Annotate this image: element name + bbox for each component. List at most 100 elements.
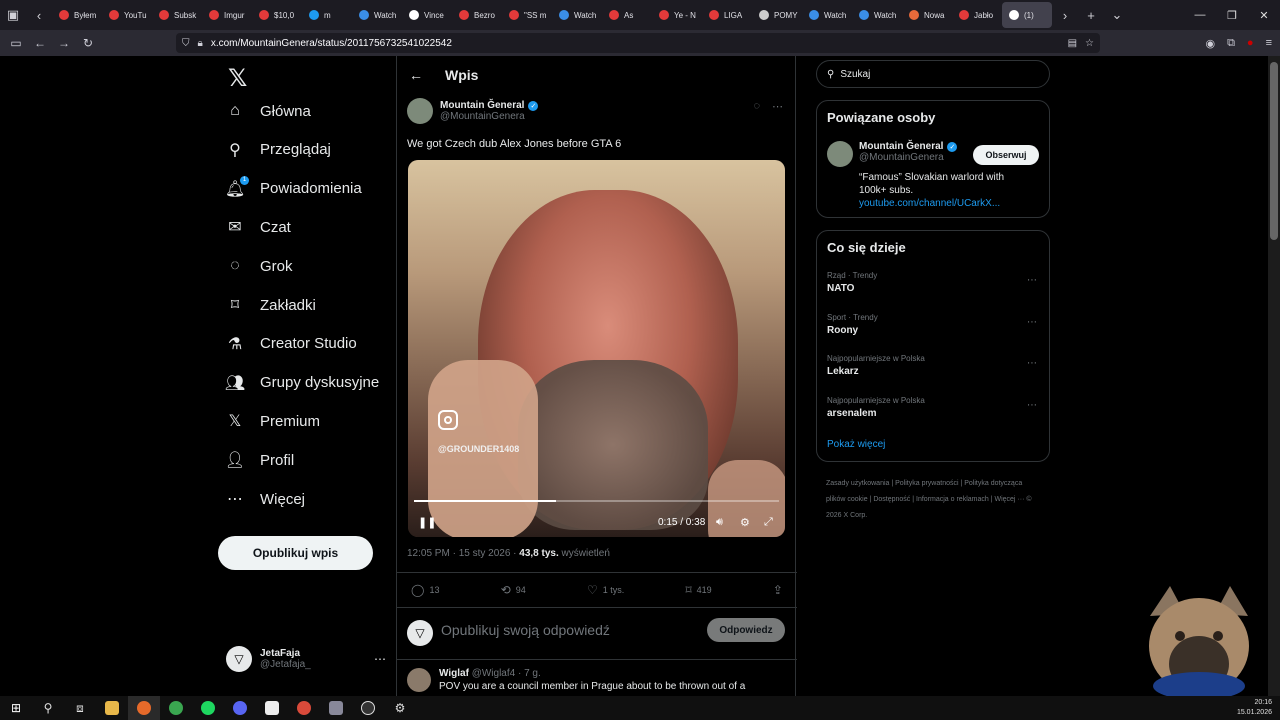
browser-tab[interactable]: Byłem bbox=[52, 2, 102, 28]
browser-tab[interactable]: "SS m bbox=[502, 2, 552, 28]
share-button[interactable]: ⇪ bbox=[773, 583, 783, 597]
browser-tab[interactable]: Watch bbox=[852, 2, 902, 28]
video-player[interactable]: @GROUNDER1408 ❚❚ 0:15 / 0:38 🔊︎ ⚙ ⤢ bbox=[408, 160, 785, 537]
reply-button[interactable]: ◯ 13 bbox=[411, 583, 439, 597]
reload-icon[interactable]: ↻ bbox=[76, 30, 100, 56]
new-tab-icon[interactable]: + bbox=[1078, 0, 1104, 30]
nav-item[interactable]: ✉ Czat bbox=[226, 218, 291, 237]
menu-icon[interactable]: ≡ bbox=[1266, 37, 1272, 49]
browser-tab[interactable]: YouTu bbox=[102, 2, 152, 28]
x-logo-icon[interactable]: 𝕏 bbox=[228, 64, 247, 93]
page-scrollbar[interactable] bbox=[1268, 56, 1280, 696]
tweet-more-icon[interactable]: ⋯ bbox=[772, 100, 783, 113]
related-avatar[interactable] bbox=[827, 141, 853, 167]
minimize-icon[interactable]: — bbox=[1184, 0, 1216, 30]
author-handle[interactable]: @MountainGenera bbox=[440, 111, 538, 122]
extensions-icon[interactable]: ⧉ bbox=[1227, 37, 1235, 50]
related-name[interactable]: Mountain Ğeneral bbox=[859, 141, 943, 152]
nav-item[interactable]: ⌑ Zakładki bbox=[226, 296, 316, 315]
nav-item[interactable]: 👤︎ Profil bbox=[225, 451, 294, 470]
nav-item[interactable]: ⚲ Przeglądaj bbox=[226, 141, 331, 159]
author-avatar[interactable] bbox=[407, 98, 433, 124]
browser-tab[interactable]: $10,0 bbox=[252, 2, 302, 28]
lock-icon[interactable]: 🔒︎ bbox=[198, 38, 203, 49]
footer-links[interactable]: Zasady użytkowania | Polityka prywatnośc… bbox=[826, 476, 1040, 524]
post-button[interactable]: Opublikuj wpis bbox=[218, 536, 373, 570]
back-icon[interactable]: ← bbox=[28, 30, 52, 56]
trend-more-icon[interactable]: ⋯ bbox=[1027, 317, 1037, 328]
browser-tab[interactable]: Watch bbox=[552, 2, 602, 28]
trend-more-icon[interactable]: ⋯ bbox=[1027, 275, 1037, 286]
browser-tab[interactable]: Watch bbox=[802, 2, 852, 28]
system-clock[interactable]: 20:16 15.01.2026 bbox=[1237, 698, 1272, 718]
tabs-scroll-left-icon[interactable]: ‹ bbox=[26, 0, 52, 30]
nav-item[interactable]: 🔔︎ 1 Powiadomienia bbox=[225, 175, 362, 198]
browser-tab[interactable]: (1) bbox=[1002, 2, 1052, 28]
related-link[interactable]: youtube.com/channel/UCarkX... bbox=[859, 198, 1000, 209]
tab-list-dropdown-icon[interactable]: ⌄ bbox=[1104, 0, 1130, 30]
browser-tab[interactable]: Bezro bbox=[452, 2, 502, 28]
shield-icon[interactable]: ⛉ bbox=[182, 38, 190, 49]
browser-tab[interactable]: m bbox=[302, 2, 352, 28]
like-button[interactable]: ♡ 1 tys. bbox=[587, 583, 624, 597]
notion-icon[interactable] bbox=[256, 696, 288, 720]
trend-more-icon[interactable]: ⋯ bbox=[1027, 358, 1037, 369]
trend-item[interactable]: Rząd · Trendy NATO ⋯ bbox=[827, 271, 1041, 294]
follow-button[interactable]: Obserwuj bbox=[973, 145, 1039, 165]
ublock-icon[interactable]: ● bbox=[1247, 37, 1254, 49]
reply-submit-button[interactable]: Odpowiedz bbox=[707, 618, 785, 642]
sidebar-toggle-icon[interactable]: ▭ bbox=[4, 30, 28, 56]
next-reply[interactable]: Wiglaf @Wiglaf4 · 7 g. POV you are a cou… bbox=[407, 668, 745, 692]
volume-icon[interactable]: 🔊︎ bbox=[716, 516, 723, 529]
nav-item[interactable]: ◌ Grok bbox=[226, 257, 292, 275]
bookmark-star-icon[interactable]: ☆ bbox=[1085, 38, 1094, 49]
related-handle[interactable]: @MountainGenera bbox=[859, 152, 979, 163]
browser-tab[interactable]: Watch bbox=[352, 2, 402, 28]
search-input[interactable]: ⚲ Szukaj bbox=[816, 60, 1050, 88]
browser-tab[interactable]: LIGA bbox=[702, 2, 752, 28]
task-view-icon[interactable]: ⧈ bbox=[64, 696, 96, 720]
settings-app-icon[interactable]: ⚙ bbox=[384, 696, 416, 720]
tweet-timestamp[interactable]: 12:05 PM · 15 sty 2026 · bbox=[407, 548, 519, 559]
reader-view-icon[interactable]: ▤ bbox=[1068, 38, 1077, 49]
browser-tab[interactable]: Subsk bbox=[152, 2, 202, 28]
address-bar[interactable]: ⛉ 🔒︎ x.com/MountainGenera/status/2011756… bbox=[176, 33, 1100, 53]
nav-item[interactable]: ⌂ Główna bbox=[226, 102, 311, 120]
grok-icon[interactable]: ◌ bbox=[753, 100, 760, 113]
nav-item[interactable]: 𝕏 Premium bbox=[226, 412, 320, 431]
file-explorer-icon[interactable] bbox=[96, 696, 128, 720]
browser-tab[interactable]: As bbox=[602, 2, 652, 28]
video-progress-bar[interactable] bbox=[414, 500, 779, 502]
browser-tab[interactable]: Imgur bbox=[202, 2, 252, 28]
nav-item[interactable]: 👥︎ Grupy dyskusyjne bbox=[225, 374, 379, 392]
reply-handle[interactable]: @Wiglaf4 · 7 g. bbox=[472, 668, 541, 679]
firefox-icon[interactable] bbox=[128, 696, 160, 720]
chrome-icon[interactable] bbox=[160, 696, 192, 720]
trend-more-icon[interactable]: ⋯ bbox=[1027, 400, 1037, 411]
trend-item[interactable]: Najpopularniejsze w Polska Lekarz ⋯ bbox=[827, 354, 1041, 377]
spotify-icon[interactable] bbox=[192, 696, 224, 720]
reply-avatar[interactable] bbox=[407, 668, 431, 692]
back-arrow-icon[interactable]: ← bbox=[409, 67, 423, 83]
tab-overview-icon[interactable]: ▣ bbox=[0, 0, 26, 30]
discord-icon[interactable] bbox=[224, 696, 256, 720]
account-switcher[interactable]: ▽ JetaFaja @Jetafaja_ ⋯ bbox=[226, 646, 386, 672]
restore-icon[interactable]: ❐ bbox=[1216, 0, 1248, 30]
tabs-scroll-right-icon[interactable]: › bbox=[1052, 0, 1078, 30]
show-more-link[interactable]: Pokaż więcej bbox=[827, 439, 885, 450]
browser-tab[interactable]: POMY bbox=[752, 2, 802, 28]
obs-icon[interactable] bbox=[352, 696, 384, 720]
settings-icon[interactable]: ⚙ bbox=[740, 516, 750, 529]
chrome-alt-icon[interactable] bbox=[288, 696, 320, 720]
close-icon[interactable]: ✕ bbox=[1248, 0, 1280, 30]
author-name[interactable]: Mountain Ğeneral bbox=[440, 100, 524, 111]
browser-tab[interactable]: Ye - N bbox=[652, 2, 702, 28]
bookmark-button[interactable]: ⌑ 419 bbox=[685, 583, 711, 597]
browser-tab[interactable]: Vince bbox=[402, 2, 452, 28]
start-icon[interactable]: ⊞ bbox=[0, 696, 32, 720]
browser-tab[interactable]: Nowa bbox=[902, 2, 952, 28]
reply-author[interactable]: Wiglaf bbox=[439, 668, 469, 679]
browser-tab[interactable]: Jabło bbox=[952, 2, 1002, 28]
nav-item[interactable]: ⋯ Więcej bbox=[226, 490, 305, 509]
trend-item[interactable]: Sport · Trendy Roony ⋯ bbox=[827, 313, 1041, 336]
